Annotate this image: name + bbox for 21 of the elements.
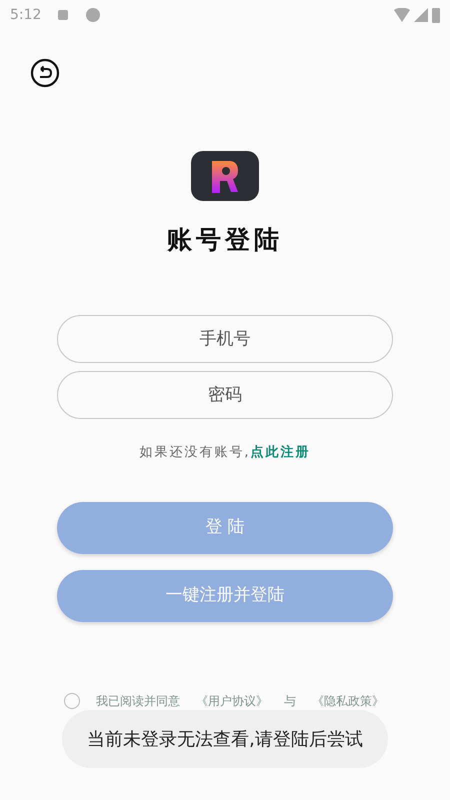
notification-icon xyxy=(57,9,70,21)
register-link[interactable]: 点此注册 xyxy=(250,444,311,460)
toast-message: 当前未登录无法查看,请登陆后尝试 xyxy=(62,710,388,768)
app-logo xyxy=(191,151,259,201)
register-login-button[interactable]: 一键注册并登陆 xyxy=(57,570,393,622)
back-icon[interactable] xyxy=(30,58,60,88)
signal-icon xyxy=(414,8,428,22)
agreement-text: 与 xyxy=(284,693,296,710)
status-dot-icon xyxy=(85,7,102,23)
register-hint: 如果还没有账号, xyxy=(139,444,251,460)
phone-field[interactable]: 手机号 xyxy=(57,314,393,362)
login-button[interactable]: 登 陆 xyxy=(57,502,393,554)
page-title: 账号登陆 xyxy=(167,224,283,256)
agree-radio[interactable] xyxy=(64,693,80,709)
status-time: 5:12 xyxy=(10,6,42,24)
user-agreement-link[interactable]: 《用户协议》 xyxy=(196,692,268,710)
battery-icon xyxy=(432,7,440,23)
wifi-icon xyxy=(394,8,410,22)
password-field[interactable]: 密码 xyxy=(57,370,393,418)
agreement-text: 我已阅读并同意 xyxy=(96,693,180,710)
privacy-policy-link[interactable]: 《隐私政策》 xyxy=(312,692,384,710)
